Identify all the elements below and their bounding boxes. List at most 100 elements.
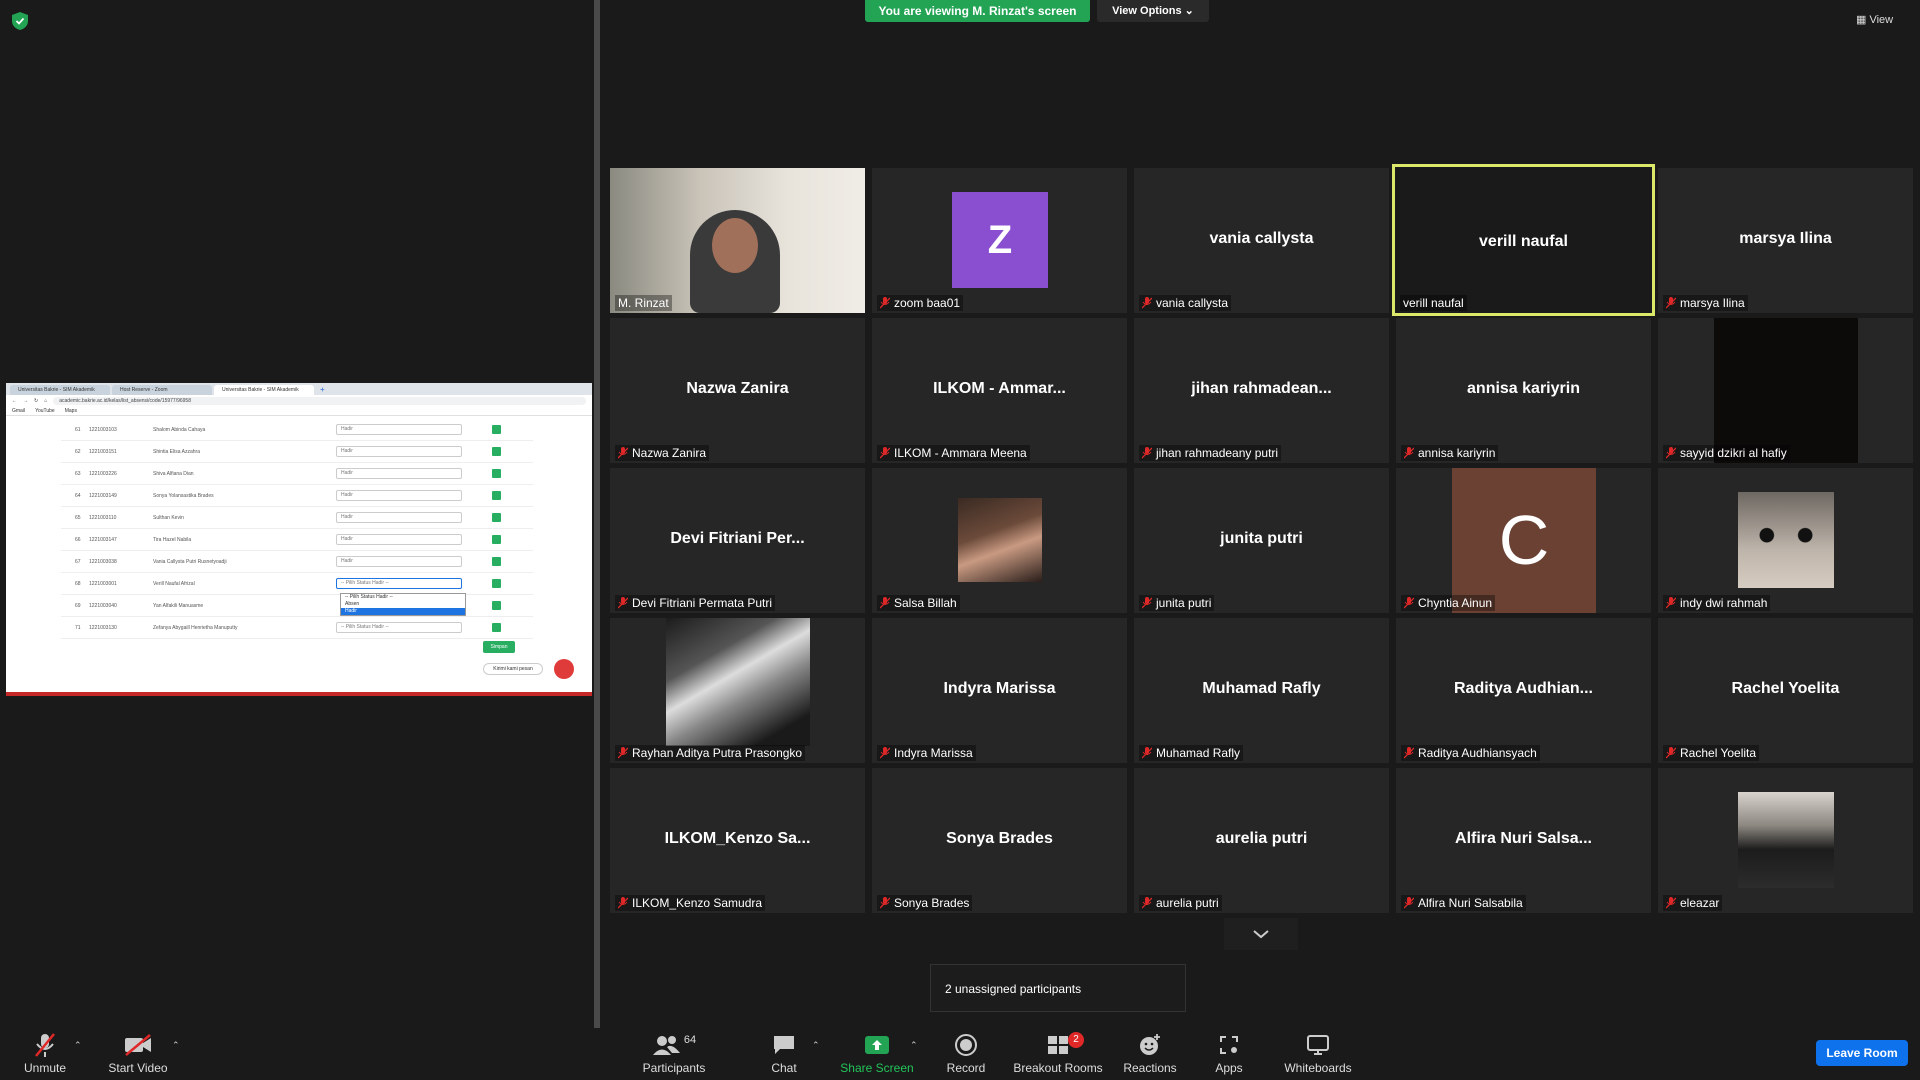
- url-field[interactable]: academic.bakrie.ac.id/kelas/list_absensi…: [53, 396, 586, 405]
- participant-tile[interactable]: Rachel Yoelita Rachel Yoelita: [1658, 618, 1913, 763]
- chat-button[interactable]: Chat: [760, 1030, 808, 1078]
- participant-tile[interactable]: Devi Fitriani Per... Devi Fitriani Perma…: [610, 468, 865, 613]
- send-message-button[interactable]: Kirimi kami pesan: [483, 663, 543, 675]
- participant-tile[interactable]: junita putri junita putri: [1134, 468, 1389, 613]
- participant-name: aurelia putri: [1156, 896, 1219, 910]
- participant-label: Raditya Audhiansyach: [1401, 745, 1540, 761]
- participant-tile[interactable]: marsya Ilina marsya Ilina: [1658, 168, 1913, 313]
- whiteboards-button[interactable]: Whiteboards: [1282, 1030, 1354, 1078]
- new-tab-icon[interactable]: +: [316, 385, 329, 395]
- participant-tile[interactable]: C Chyntia Ainun: [1396, 468, 1651, 613]
- participant-name: zoom baa01: [894, 296, 961, 310]
- share-screen-button[interactable]: Share Screen: [836, 1030, 918, 1078]
- participant-label: junita putri: [1139, 595, 1215, 611]
- participants-count: 64: [683, 1034, 697, 1046]
- browser-tab[interactable]: Host Reserve - Zoom: [112, 385, 212, 395]
- row-no: 67: [75, 558, 81, 565]
- table-row: 66 1221003147 Tira Hazel Nabila Hadir: [61, 529, 533, 551]
- participant-tile[interactable]: M. Rinzat: [610, 168, 865, 313]
- bookmark-gmail[interactable]: Gmail: [12, 408, 25, 414]
- participant-tile[interactable]: eleazar: [1658, 768, 1913, 913]
- status-select[interactable]: Hadir: [336, 490, 462, 501]
- muted-mic-icon: [880, 747, 890, 759]
- participant-tile[interactable]: ILKOM_Kenzo Sa... ILKOM_Kenzo Samudra: [610, 768, 865, 913]
- row-no: 71: [75, 624, 81, 631]
- leave-room-button[interactable]: Leave Room: [1816, 1040, 1908, 1066]
- status-select[interactable]: -- Pilih Status Hadir --: [336, 622, 462, 633]
- muted-mic-icon: [1666, 297, 1676, 309]
- reload-icon[interactable]: ↻: [34, 398, 38, 404]
- video-options-caret-icon[interactable]: ⌃: [172, 1040, 180, 1051]
- status-dropdown-list: -- Pilih Status Hadir -- Absen Hadir: [340, 593, 466, 616]
- dropdown-option-selected[interactable]: Hadir: [341, 608, 465, 615]
- participant-label: Nazwa Zanira: [615, 445, 710, 461]
- participant-display-name: Sonya Brades: [946, 830, 1053, 847]
- row-no: 63: [75, 470, 81, 477]
- table-row: 63 1221003226 Shiva Alfiana Dian Hadir: [61, 463, 533, 485]
- table-row: 67 1221003038 Vania Callysta Putri Rusnety…: [61, 551, 533, 573]
- participant-tile[interactable]: aurelia putri aurelia putri: [1134, 768, 1389, 913]
- start-video-button[interactable]: Start Video: [104, 1030, 172, 1078]
- participant-tile-active-speaker[interactable]: verill naufal verill naufal: [1392, 164, 1655, 316]
- browser-tab-bar: Universitas Bakrie - SIM Akademik Host R…: [6, 383, 592, 395]
- row-name: Shalom Abinda Cahaya: [153, 426, 206, 433]
- participant-tile[interactable]: Nazwa Zanira Nazwa Zanira: [610, 318, 865, 463]
- view-options-button[interactable]: View Options ⌄: [1097, 0, 1209, 22]
- participant-tile[interactable]: jihan rahmadean... jihan rahmadeany putr…: [1134, 318, 1389, 463]
- unmute-button[interactable]: Unmute: [16, 1030, 74, 1078]
- participant-label: Chyntia Ainun: [1401, 595, 1496, 611]
- participant-tile[interactable]: Rayhan Aditya Putra Prasongko: [610, 618, 865, 763]
- chat-bubble-icon[interactable]: [554, 659, 574, 679]
- participant-tile[interactable]: Sonya Brades Sonya Brades: [872, 768, 1127, 913]
- status-select[interactable]: Hadir: [336, 512, 462, 523]
- bookmark-youtube[interactable]: YouTube: [35, 408, 55, 414]
- dropdown-option[interactable]: -- Pilih Status Hadir --: [341, 594, 465, 601]
- dropdown-option[interactable]: Absen: [341, 601, 465, 608]
- participant-tile[interactable]: Muhamad Rafly Muhamad Rafly: [1134, 618, 1389, 763]
- view-button[interactable]: ▦ View: [1856, 10, 1908, 30]
- participant-tile[interactable]: vania callysta vania callysta: [1134, 168, 1389, 313]
- participant-tile[interactable]: Indyra Marissa Indyra Marissa: [872, 618, 1127, 763]
- back-icon[interactable]: ←: [12, 398, 17, 404]
- participant-tile[interactable]: sayyid dzikri al hafiy: [1658, 318, 1913, 463]
- status-select[interactable]: Hadir: [336, 446, 462, 457]
- audio-options-caret-icon[interactable]: ⌃: [74, 1040, 82, 1051]
- shared-browser-window[interactable]: Universitas Bakrie - SIM Akademik Host R…: [6, 383, 592, 696]
- participants-button[interactable]: 64 Participants: [640, 1030, 708, 1078]
- breakout-rooms-button[interactable]: 2 Breakout Rooms: [1012, 1030, 1104, 1078]
- record-button[interactable]: Record: [940, 1030, 992, 1078]
- bookmark-maps[interactable]: Maps: [65, 408, 77, 414]
- row-nim: 1221003040: [89, 602, 117, 609]
- participant-tile[interactable]: annisa kariyrin annisa kariyrin: [1396, 318, 1651, 463]
- status-select[interactable]: Hadir: [336, 424, 462, 435]
- participant-label: sayyid dzikri al hafiy: [1663, 445, 1790, 461]
- chat-options-caret-icon[interactable]: ⌃: [812, 1040, 820, 1051]
- row-name: Zefanya Abygaill Henrietha Manuputty: [153, 624, 238, 631]
- status-select[interactable]: Hadir: [336, 556, 462, 567]
- participant-tile[interactable]: Alfira Nuri Salsa... Alfira Nuri Salsabi…: [1396, 768, 1651, 913]
- split-divider[interactable]: [594, 0, 600, 1028]
- participant-tile[interactable]: Salsa Billah: [872, 468, 1127, 613]
- home-icon[interactable]: ⌂: [44, 398, 47, 404]
- apps-button[interactable]: Apps: [1208, 1030, 1250, 1078]
- participant-tile[interactable]: Raditya Audhian... Raditya Audhiansyach: [1396, 618, 1651, 763]
- share-options-caret-icon[interactable]: ⌃: [910, 1040, 918, 1051]
- participant-label: annisa kariyrin: [1401, 445, 1499, 461]
- encryption-shield-icon[interactable]: [12, 12, 28, 30]
- row-name: Shintia Elisa Azzahra: [153, 448, 200, 455]
- participant-tile[interactable]: indy dwi rahmah: [1658, 468, 1913, 613]
- browser-tab[interactable]: Universitas Bakrie - SIM Akademik: [10, 385, 110, 395]
- unassigned-participants-tooltip[interactable]: 2 unassigned participants: [930, 964, 1186, 1012]
- table-row: 68 1221003001 Verill Naufal Afrizal -- Pili…: [61, 573, 533, 595]
- forward-icon[interactable]: →: [23, 398, 28, 404]
- status-select[interactable]: Hadir: [336, 534, 462, 545]
- reactions-button[interactable]: Reactions: [1122, 1030, 1178, 1078]
- gallery-next-page-button[interactable]: [1224, 918, 1298, 950]
- status-select[interactable]: -- Pilih Status Hadir --: [336, 578, 462, 589]
- browser-tab[interactable]: Universitas Bakrie - SIM Akademik: [214, 385, 314, 395]
- participant-tile[interactable]: Z zoom baa01: [872, 168, 1127, 313]
- participant-tile[interactable]: ILKOM - Ammar... ILKOM - Ammara Meena: [872, 318, 1127, 463]
- apps-icon: [1220, 1036, 1238, 1054]
- save-button[interactable]: Simpan: [483, 641, 515, 653]
- status-select[interactable]: Hadir: [336, 468, 462, 479]
